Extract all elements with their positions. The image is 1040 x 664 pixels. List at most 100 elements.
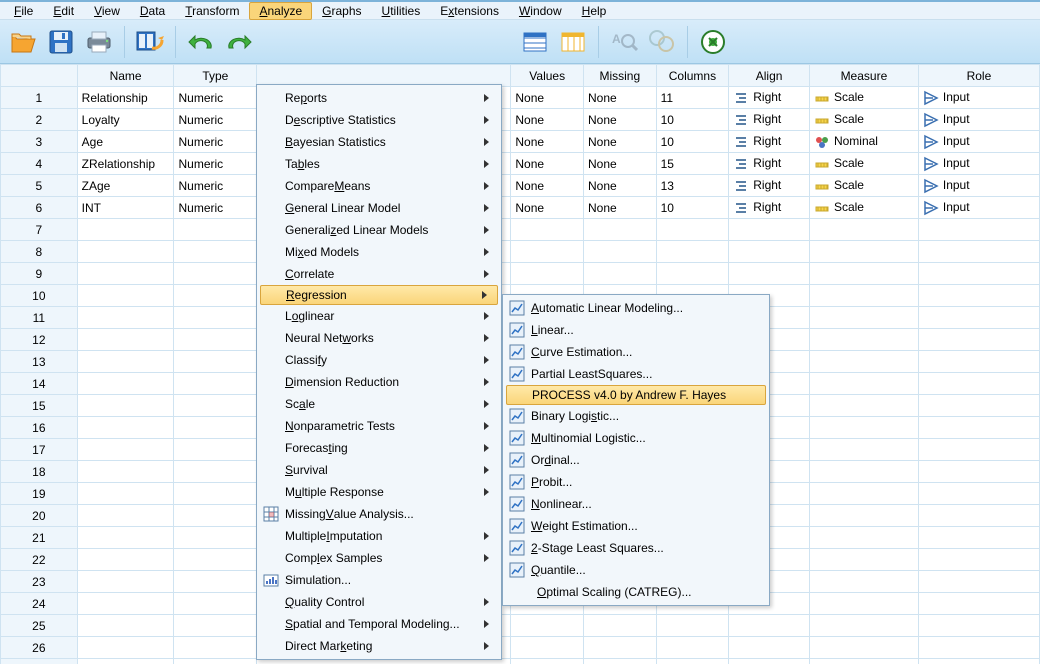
- cell-type[interactable]: Numeric: [174, 153, 257, 175]
- insert-cases-button[interactable]: [518, 25, 552, 59]
- cell-type[interactable]: Numeric: [174, 109, 257, 131]
- cell-missing[interactable]: None: [584, 131, 657, 153]
- open-button[interactable]: [6, 25, 40, 59]
- analyze-item-quality-control[interactable]: Quality Control: [259, 591, 499, 613]
- menubar-item-utilities[interactable]: Utilities: [372, 2, 431, 20]
- cell-name[interactable]: Age: [77, 131, 174, 153]
- cell-role[interactable]: Input: [918, 131, 1039, 153]
- cell-values[interactable]: None: [511, 87, 584, 109]
- cell-measure[interactable]: Scale: [809, 109, 918, 131]
- regression-item-partial-least-squares[interactable]: Partial Least Squares...: [505, 363, 767, 385]
- cell-type[interactable]: Numeric: [174, 175, 257, 197]
- analyze-item-complex-samples[interactable]: Complex Samples: [259, 547, 499, 569]
- analyze-item-direct-marketing[interactable]: Direct Marketing: [259, 635, 499, 657]
- row-header[interactable]: 1: [1, 87, 78, 109]
- row-header[interactable]: 11: [1, 307, 78, 329]
- analyze-item-nonparametric-tests[interactable]: Nonparametric Tests: [259, 415, 499, 437]
- cell-values[interactable]: None: [511, 109, 584, 131]
- print-button[interactable]: [82, 25, 116, 59]
- analyze-item-neural-networks[interactable]: Neural Networks: [259, 327, 499, 349]
- weight-cases-button[interactable]: [696, 25, 730, 59]
- analyze-item-correlate[interactable]: Correlate: [259, 263, 499, 285]
- cell-values[interactable]: None: [511, 197, 584, 219]
- regression-item-process-v4-0-by-andrew-f-hayes[interactable]: PROCESS v4.0 by Andrew F. Hayes: [506, 385, 766, 405]
- col-header-name[interactable]: Name: [77, 65, 174, 87]
- cell-missing[interactable]: None: [584, 87, 657, 109]
- analyze-item-classify[interactable]: Classify: [259, 349, 499, 371]
- row-header[interactable]: 4: [1, 153, 78, 175]
- cell-measure[interactable]: Scale: [809, 153, 918, 175]
- cell-role[interactable]: Input: [918, 197, 1039, 219]
- col-header-role[interactable]: Role: [918, 65, 1039, 87]
- row-header[interactable]: 19: [1, 483, 78, 505]
- cell-missing[interactable]: None: [584, 109, 657, 131]
- row-header[interactable]: 14: [1, 373, 78, 395]
- row-header[interactable]: 17: [1, 439, 78, 461]
- cell-measure[interactable]: Scale: [809, 197, 918, 219]
- regression-item-quantile[interactable]: Quantile...: [505, 559, 767, 581]
- menubar-item-transform[interactable]: Transform: [175, 2, 249, 20]
- row-header[interactable]: 5: [1, 175, 78, 197]
- cell-role[interactable]: Input: [918, 175, 1039, 197]
- cell-align[interactable]: Right: [729, 87, 810, 109]
- col-header-align[interactable]: Align: [729, 65, 810, 87]
- cell-align[interactable]: Right: [729, 175, 810, 197]
- row-header[interactable]: 2: [1, 109, 78, 131]
- cell-measure[interactable]: Scale: [809, 87, 918, 109]
- row-header[interactable]: 12: [1, 329, 78, 351]
- cell-values[interactable]: None: [511, 175, 584, 197]
- menubar-item-analyze[interactable]: Analyze: [249, 2, 312, 20]
- regression-item-ordinal[interactable]: Ordinal...: [505, 449, 767, 471]
- cell-align[interactable]: Right: [729, 197, 810, 219]
- cell-missing[interactable]: None: [584, 197, 657, 219]
- row-header[interactable]: 7: [1, 219, 78, 241]
- analyze-item-regression[interactable]: Regression: [260, 285, 498, 305]
- regression-item-automatic-linear-modeling[interactable]: Automatic Linear Modeling...: [505, 297, 767, 319]
- menubar-item-help[interactable]: Help: [572, 2, 617, 20]
- regression-item-optimal-scaling-catreg[interactable]: Optimal Scaling (CATREG)...: [505, 581, 767, 603]
- regression-item-curve-estimation[interactable]: Curve Estimation...: [505, 341, 767, 363]
- analyze-item-loglinear[interactable]: Loglinear: [259, 305, 499, 327]
- row-header[interactable]: 6: [1, 197, 78, 219]
- analyze-item-multiple-imputation[interactable]: Multiple Imputation: [259, 525, 499, 547]
- cell-measure[interactable]: Nominal: [809, 131, 918, 153]
- col-header-columns[interactable]: Columns: [656, 65, 729, 87]
- menubar-item-edit[interactable]: Edit: [43, 2, 84, 20]
- cell-columns[interactable]: 13: [656, 175, 729, 197]
- analyze-item-compare-means[interactable]: Compare Means: [259, 175, 499, 197]
- cell-missing[interactable]: None: [584, 175, 657, 197]
- analyze-item-mixed-models[interactable]: Mixed Models: [259, 241, 499, 263]
- insert-variable-button[interactable]: [556, 25, 590, 59]
- analyze-item-dimension-reduction[interactable]: Dimension Reduction: [259, 371, 499, 393]
- redo-button[interactable]: [222, 25, 256, 59]
- regression-item-weight-estimation[interactable]: Weight Estimation...: [505, 515, 767, 537]
- cell-values[interactable]: None: [511, 131, 584, 153]
- cell-align[interactable]: Right: [729, 109, 810, 131]
- row-header[interactable]: 9: [1, 263, 78, 285]
- row-header[interactable]: 8: [1, 241, 78, 263]
- menubar-item-file[interactable]: File: [4, 2, 43, 20]
- cell-values[interactable]: None: [511, 153, 584, 175]
- analyze-item-multiple-response[interactable]: Multiple Response: [259, 481, 499, 503]
- split-file-button[interactable]: [645, 25, 679, 59]
- row-header[interactable]: 20: [1, 505, 78, 527]
- cell-align[interactable]: Right: [729, 153, 810, 175]
- row-header[interactable]: 23: [1, 571, 78, 593]
- row-header[interactable]: 22: [1, 549, 78, 571]
- menubar-item-view[interactable]: View: [84, 2, 130, 20]
- regression-item-probit[interactable]: Probit...: [505, 471, 767, 493]
- analyze-item-general-linear-model[interactable]: General Linear Model: [259, 197, 499, 219]
- row-header[interactable]: 24: [1, 593, 78, 615]
- row-header[interactable]: 15: [1, 395, 78, 417]
- cell-columns[interactable]: 11: [656, 87, 729, 109]
- col-header-type[interactable]: Type: [174, 65, 257, 87]
- analyze-item-simulation[interactable]: Simulation...: [259, 569, 499, 591]
- cell-columns[interactable]: 15: [656, 153, 729, 175]
- undo-button[interactable]: [184, 25, 218, 59]
- menubar-item-data[interactable]: Data: [130, 2, 175, 20]
- col-header-values[interactable]: Values: [511, 65, 584, 87]
- cell-align[interactable]: Right: [729, 131, 810, 153]
- analyze-item-tables[interactable]: Tables: [259, 153, 499, 175]
- cell-missing[interactable]: None: [584, 153, 657, 175]
- cell-columns[interactable]: 10: [656, 197, 729, 219]
